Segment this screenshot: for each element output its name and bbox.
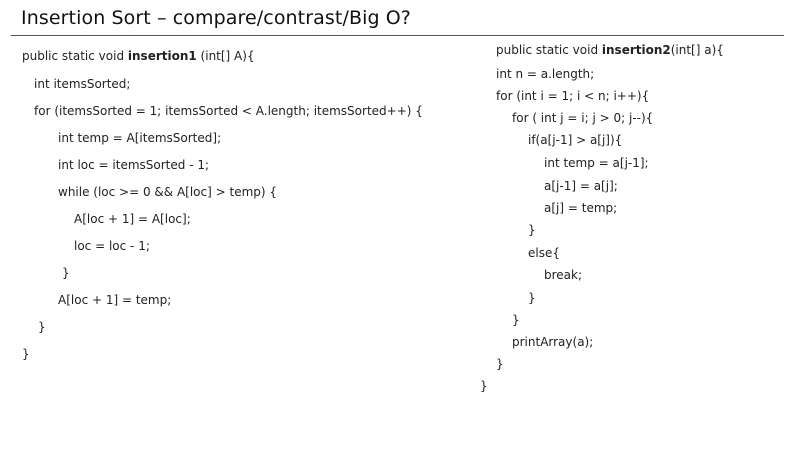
code-line: for ( int j = i; j > 0; j--){ (512, 111, 654, 125)
code-line: public static void insertion2(int[] a){ (496, 43, 724, 57)
code-line: loc = loc - 1; (74, 239, 150, 253)
code-line: int loc = itemsSorted - 1; (58, 158, 210, 172)
code-line: A[loc + 1] = temp; (58, 293, 172, 307)
code-line: } (528, 291, 536, 305)
code-line: printArray(a); (512, 335, 594, 349)
code-line: int temp = a[j-1]; (544, 156, 649, 170)
code-line: A[loc + 1] = A[loc]; (74, 212, 191, 226)
code-line: } (528, 223, 536, 237)
code-line: while (loc >= 0 && A[loc] > temp) { (58, 185, 278, 199)
code-line: public static void insertion1 (int[] A){ (22, 49, 255, 63)
code-line: int temp = A[itemsSorted]; (58, 131, 222, 145)
code-line: } (480, 379, 488, 393)
code-line: if(a[j-1] > a[j]){ (528, 133, 623, 147)
code-line: } (496, 357, 504, 371)
code-line: else{ (528, 246, 560, 260)
code-line: } (512, 313, 520, 327)
code-line: a[j] = temp; (544, 201, 618, 215)
code-line: } (38, 320, 46, 334)
code-line: for (itemsSorted = 1; itemsSorted < A.le… (34, 104, 423, 118)
code-line: int n = a.length; (496, 67, 595, 81)
code-line: } (62, 266, 70, 280)
code-line: for (int i = 1; i < n; i++){ (496, 89, 650, 103)
code-line: break; (544, 268, 583, 282)
code-line: } (22, 347, 30, 361)
code-line: a[j-1] = a[j]; (544, 179, 618, 193)
slide-title: Insertion Sort – compare/contrast/Big O? (21, 7, 411, 29)
title-divider (11, 35, 784, 36)
code-line: int itemsSorted; (34, 77, 131, 91)
